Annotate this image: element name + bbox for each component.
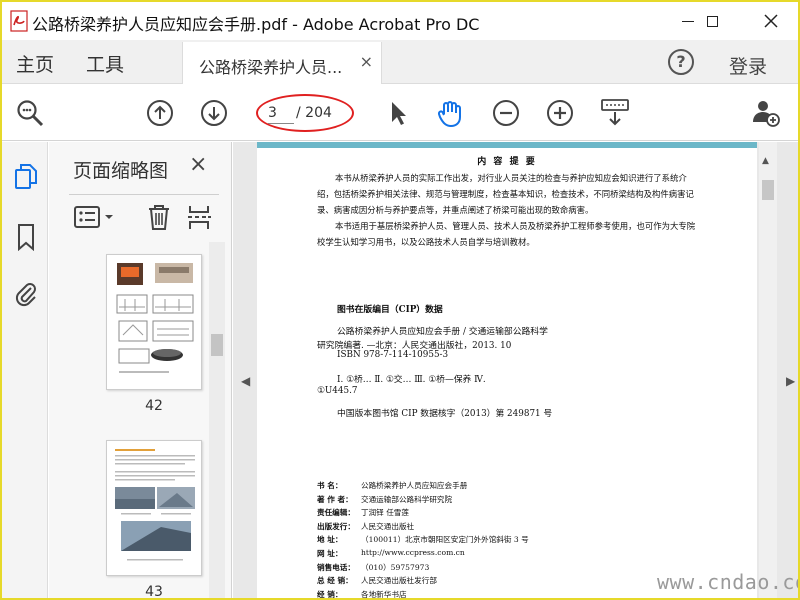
collapse-left-icon[interactable]: ◀ [241, 374, 250, 388]
home-menu[interactable]: 主页 [16, 50, 54, 77]
intro-paragraph: 本书从桥梁养护人员的实际工作出发，对行业人员关注的检查与养护应知应会知识进行了系… [317, 173, 694, 215]
document-scroll-thumb[interactable] [762, 180, 774, 200]
metadata-value: 人民交通出版社发行部 [361, 576, 437, 586]
bookmarks-button[interactable] [12, 222, 40, 252]
cip-class: ①U445.7 [317, 386, 358, 396]
left-navigation-rail [2, 142, 48, 598]
metadata-value: http://www.ccpress.com.cn [361, 548, 465, 557]
thumbnail-scrollbar[interactable] [209, 242, 225, 598]
metadata-value: 公路桥梁养护人员应知应会手册 [361, 481, 468, 490]
watermark: www.cndao.com [657, 570, 798, 594]
close-tab-button[interactable]: × [360, 52, 373, 71]
next-page-button[interactable] [198, 97, 230, 129]
page-thumbnail[interactable] [106, 254, 202, 390]
cip-class: Ⅰ. ①桥… Ⅱ. ①交… Ⅲ. ①桥—保养 Ⅳ. [337, 375, 486, 385]
document-viewer: ◀ 内 容 提 要 本书从桥梁养护人员的实际工作出发，对行业人员关注的检查与养护… [233, 142, 798, 599]
thumbnail-label: 42 [145, 398, 163, 414]
metadata-key: 经 销： [317, 589, 343, 599]
page-top-edge [257, 142, 757, 148]
next-page-icon [201, 100, 227, 126]
metadata-value: （100011）北京市朝阳区安定门外外馆斜街 3 号 [361, 535, 529, 545]
toolbar: / 204 [2, 85, 798, 141]
maximize-icon [706, 15, 718, 27]
attachments-button[interactable] [12, 278, 40, 308]
thumbnail-label: 43 [145, 584, 163, 600]
menu-bar: 主页 工具 公路桥梁养护人员... × ? 登录 [2, 40, 798, 84]
panel-close-button[interactable]: × [189, 152, 207, 177]
metadata-key: 总 经 销： [317, 576, 353, 586]
hand-tool-button[interactable] [435, 97, 467, 129]
bookmark-icon [18, 224, 34, 251]
acrobat-pdf-icon [8, 9, 32, 33]
title-bar: 公路桥梁养护人员应知应会手册.pdf - Adobe Acrobat Pro D… [2, 2, 798, 40]
panel-title: 页面缩略图 [73, 160, 169, 182]
cip-number: 中国版本图书馆 CIP 数据核字（2013）第 249871 号 [337, 409, 553, 419]
highlight-ellipse [256, 94, 354, 132]
keyboard-tool-icon [601, 99, 629, 126]
thumbnail-preview [115, 449, 195, 561]
add-user-icon [753, 101, 780, 127]
metadata-value: （010）59757973 [361, 562, 430, 572]
metadata-value: 交通运输部公路科学研究院 [361, 494, 453, 504]
maximize-button[interactable] [689, 6, 735, 36]
collapse-right-icon[interactable]: ▶ [786, 374, 795, 388]
zoom-plus-button[interactable] [544, 97, 576, 129]
audience-paragraph: 本书适用于基层桥梁养护人员、管理人员、技术人员及桥梁养护工程师参考使用，也可作为… [317, 221, 696, 247]
previous-page-button[interactable] [144, 97, 176, 129]
attachment-icon [15, 283, 36, 307]
thumbnail-preview [116, 263, 194, 373]
close-icon [764, 14, 778, 28]
window-title: 公路桥梁养护人员应知应会手册.pdf - Adobe Acrobat Pro D… [32, 15, 480, 34]
keyboard-tool-button[interactable] [599, 97, 631, 129]
select-tool-button[interactable] [382, 97, 414, 129]
page-thumbnail[interactable] [106, 440, 202, 576]
metadata-key: 书 名： [317, 481, 343, 490]
delete-icon [149, 205, 169, 230]
zoom-minus-icon [493, 100, 519, 126]
thumbnail-list: 42 43 [49, 242, 209, 600]
metadata-key: 著 作 者： [317, 494, 353, 504]
document-tab[interactable]: 公路桥梁养护人员... × [182, 42, 382, 84]
tools-menu[interactable]: 工具 [86, 50, 124, 77]
page-thumbnails-button[interactable] [12, 162, 40, 192]
document-scrollbar[interactable]: ▲ [759, 142, 777, 598]
metadata-key: 网 址： [317, 549, 343, 558]
metadata-key: 责任编辑： [317, 508, 355, 518]
cip-line: 公路桥梁养护人员应知应会手册 / 交通运输部公路科学 [337, 327, 548, 337]
metadata-key: 销售电话： [317, 562, 355, 572]
scroll-up-icon[interactable]: ▲ [762, 156, 769, 166]
app-window: 公路桥梁养护人员应知应会手册.pdf - Adobe Acrobat Pro D… [0, 0, 800, 600]
delete-page-button[interactable] [145, 203, 173, 231]
login-button[interactable]: 登录 [729, 52, 767, 79]
document-tab-label: 公路桥梁养护人员... [199, 58, 343, 77]
options-menu-icon [74, 206, 113, 228]
cip-isbn: ISBN 978-7-114-10955-3 [337, 350, 449, 360]
panel-toolbar [69, 194, 219, 234]
zoom-minus-button[interactable] [490, 97, 522, 129]
select-pointer-icon [392, 102, 406, 125]
metadata-value: 人民交通出版社 [361, 521, 415, 531]
page-thumbnails-icon [15, 164, 37, 189]
zoom-out-icon [17, 100, 44, 127]
cip-title: 图书在版编目（CIP）数据 [337, 305, 443, 315]
metadata-key: 地 址： [317, 535, 343, 545]
metadata-value: 各地新华书店 [361, 589, 407, 599]
document-page: 内 容 提 要 本书从桥梁养护人员的实际工作出发，对行业人员关注的检查与养护应知… [257, 142, 757, 599]
share-user-button[interactable] [750, 97, 782, 129]
metadata-key: 出版发行： [317, 521, 355, 531]
hand-tool-icon [437, 101, 461, 127]
crop-pages-icon [188, 206, 211, 229]
thumbnails-panel: 页面缩略图 × 42 43 [49, 142, 232, 600]
page-heading: 内 容 提 要 [477, 157, 537, 167]
options-menu-button[interactable] [73, 203, 117, 231]
previous-page-icon [147, 100, 173, 126]
zoom-out-button[interactable] [14, 97, 46, 129]
metadata-value: 丁润铎 任雪莲 [361, 508, 409, 518]
thumbnail-scroll-thumb[interactable] [211, 334, 223, 356]
crop-pages-button[interactable] [185, 203, 213, 231]
close-window-button[interactable] [748, 6, 794, 36]
zoom-plus-icon [547, 100, 573, 126]
help-button[interactable]: ? [668, 49, 694, 75]
